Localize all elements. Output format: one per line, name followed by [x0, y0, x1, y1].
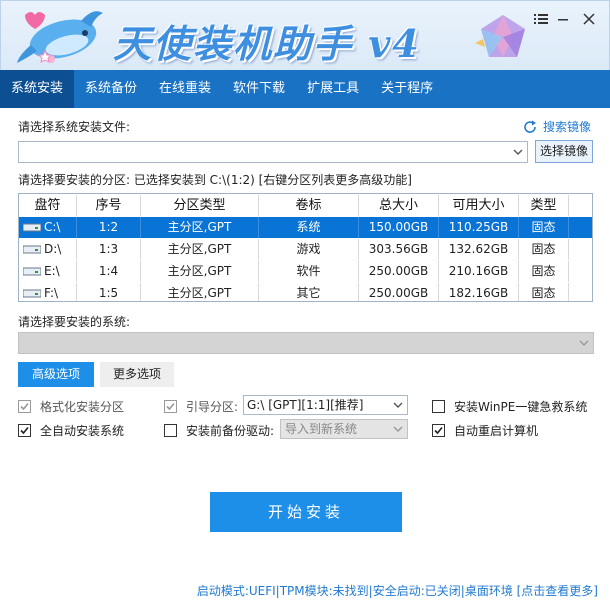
drive-cell: F:\: [19, 283, 77, 301]
backup-drivers-label: 安装前备份驱动:: [186, 424, 275, 438]
table-header: 盘符 序号 分区类型 卷标 总大小 可用大小 类型: [19, 195, 592, 216]
install-winpe-option[interactable]: 安装WinPE一键急救系统: [432, 398, 587, 415]
chevron-down-icon: [579, 340, 589, 346]
format-partition-label: 格式化安装分区: [40, 400, 125, 414]
disk-drive-icon: [23, 267, 41, 276]
col-index[interactable]: 序号: [77, 195, 141, 216]
install-file-select[interactable]: [18, 141, 528, 163]
backup-drivers-checkbox[interactable]: [164, 424, 177, 437]
chevron-down-icon: [513, 149, 523, 155]
title-bar: 天使装机助手 v4: [0, 0, 610, 70]
auto-restart-checkbox[interactable]: [432, 424, 445, 437]
col-volume-label[interactable]: 卷标: [259, 195, 359, 216]
main-nav: 系统安装 系统备份 在线重装 软件下载 扩展工具 关于程序: [0, 70, 610, 108]
auto-install-option[interactable]: 全自动安装系统: [18, 422, 124, 439]
drive-cell: E:\: [19, 261, 77, 282]
boot-partition-select[interactable]: G:\ [GPT][1:1][推荐]: [243, 395, 408, 415]
install-file-label: 请选择系统安装文件:: [18, 120, 131, 134]
system-select-label: 请选择要安装的系统:: [18, 315, 131, 329]
auto-install-label: 全自动安装系统: [40, 424, 125, 438]
table-row[interactable]: D:\ 1:3 主分区,GPT 游戏 303.56GB 132.62GB 固态: [19, 239, 592, 260]
chevron-down-icon: [393, 402, 403, 408]
checkmark-icon: [20, 402, 29, 411]
install-winpe-label: 安装WinPE一键急救系统: [454, 400, 588, 414]
backup-drivers-value: 导入到新系统: [285, 422, 358, 436]
boot-partition-value: G:\ [GPT][1:1][推荐]: [247, 398, 364, 412]
col-total-size[interactable]: 总大小: [359, 195, 439, 216]
boot-partition-option[interactable]: 引导分区:: [164, 398, 238, 415]
search-image-link[interactable]: 搜索镜像: [522, 118, 591, 135]
start-install-button[interactable]: 开始安装: [210, 492, 402, 532]
backup-drivers-option[interactable]: 安装前备份驱动:: [164, 422, 274, 439]
tab-online-reinstall[interactable]: 在线重装: [148, 70, 222, 108]
partition-table: 盘符 序号 分区类型 卷标 总大小 可用大小 类型 C:\ 1:2 主分区,GP…: [18, 193, 593, 302]
table-row[interactable]: E:\ 1:4 主分区,GPT 软件 250.00GB 210.16GB 固态: [19, 261, 592, 282]
auto-restart-option[interactable]: 自动重启计算机: [432, 422, 538, 439]
table-row[interactable]: C:\ 1:2 主分区,GPT 系统 150.00GB 110.25GB 固态: [19, 217, 592, 238]
install-winpe-checkbox[interactable]: [432, 400, 445, 413]
checkmark-icon: [166, 402, 175, 411]
col-free-size[interactable]: 可用大小: [439, 195, 519, 216]
partition-label: 请选择要安装的分区: 已选择安装到 C:\(1:2) [右键分区列表更多高级功能…: [18, 173, 412, 187]
boot-partition-label: 引导分区:: [186, 400, 239, 414]
drive-cell: D:\: [19, 239, 77, 260]
tab-software-download[interactable]: 软件下载: [222, 70, 296, 108]
checkmark-icon: [434, 426, 443, 435]
status-bar[interactable]: 启动模式:UEFI|TPM模块:未找到|安全启动:已关闭|桌面环境 [点击查看更…: [197, 582, 598, 599]
auto-install-checkbox[interactable]: [18, 424, 31, 437]
auto-restart-label: 自动重启计算机: [454, 424, 539, 438]
dolphin-logo-icon: [17, 11, 103, 63]
format-partition-checkbox[interactable]: [18, 400, 31, 413]
backup-drivers-select[interactable]: 导入到新系统: [280, 419, 408, 439]
crystal-icon: [475, 15, 525, 57]
drive-cell: C:\: [19, 217, 77, 238]
hamburger-icon: [534, 14, 548, 24]
col-disk-kind[interactable]: 类型: [519, 195, 569, 216]
choose-image-button[interactable]: 选择镜像: [535, 140, 593, 163]
search-image-label: 搜索镜像: [543, 120, 592, 134]
disk-drive-icon: [23, 245, 41, 254]
format-partition-option[interactable]: 格式化安装分区: [18, 398, 124, 415]
close-icon: [583, 13, 595, 25]
boot-partition-checkbox[interactable]: [164, 400, 177, 413]
tab-about[interactable]: 关于程序: [370, 70, 444, 108]
disk-drive-icon: [23, 289, 41, 298]
checkmark-icon: [20, 426, 29, 435]
tab-advanced-options[interactable]: 高级选项: [18, 362, 94, 387]
minimize-button[interactable]: [551, 9, 575, 29]
table-row[interactable]: F:\ 1:5 主分区,GPT 其它 250.00GB 182.16GB 固态: [19, 283, 592, 301]
tab-system-install[interactable]: 系统安装: [0, 70, 75, 108]
disk-drive-icon: [23, 223, 41, 232]
minimize-icon: [558, 19, 568, 21]
app-title: 天使装机助手 v4: [113, 21, 421, 66]
tab-more-options[interactable]: 更多选项: [100, 362, 174, 387]
col-drive[interactable]: 盘符: [19, 195, 77, 216]
menu-button[interactable]: [529, 9, 553, 29]
col-partition-type[interactable]: 分区类型: [141, 195, 259, 216]
system-select[interactable]: [18, 332, 594, 354]
refresh-icon: [524, 120, 536, 133]
chevron-down-icon: [393, 426, 403, 432]
close-button[interactable]: [577, 9, 601, 29]
tab-extension-tools[interactable]: 扩展工具: [296, 70, 370, 108]
tab-system-backup[interactable]: 系统备份: [74, 70, 148, 108]
